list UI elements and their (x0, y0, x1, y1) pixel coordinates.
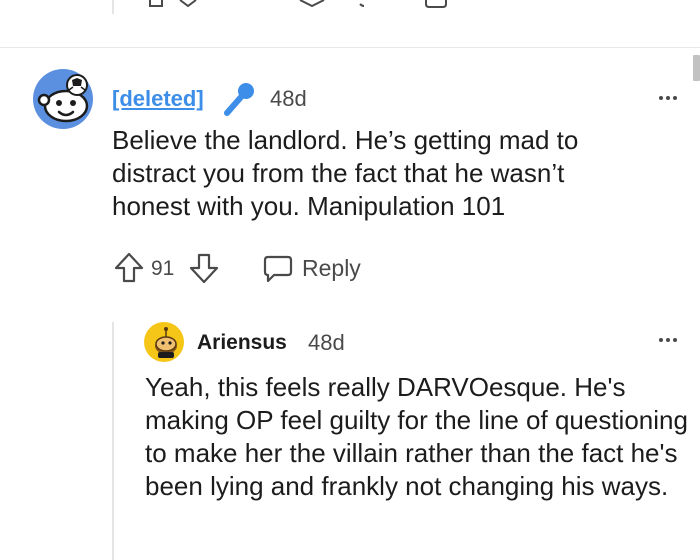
avatar[interactable] (144, 322, 184, 362)
more-options-icon[interactable] (659, 96, 677, 100)
snoo-avatar-icon (33, 69, 93, 129)
reply-label: Reply (302, 255, 361, 281)
upvote-icon[interactable] (113, 252, 145, 284)
more-options-icon[interactable] (659, 338, 677, 342)
reply-bubble-icon (263, 255, 293, 283)
thread-line-reply (112, 322, 114, 560)
comment-body: Believe the landlord. He’s getting mad t… (112, 125, 579, 221)
comment-author[interactable]: [deleted] (112, 86, 204, 112)
avatar[interactable] (32, 68, 94, 130)
snoo-avatar-icon (144, 322, 184, 362)
thread-line-previous (112, 0, 114, 14)
reply-author[interactable]: Ariensus (197, 331, 287, 355)
reply-button[interactable]: Reply (262, 252, 372, 284)
downvote-icon[interactable] (188, 252, 220, 284)
vote-count: 91 (151, 257, 175, 280)
reply-age: 48d (308, 330, 345, 355)
microphone-icon (224, 83, 254, 116)
scrollbar-thumb[interactable] (693, 55, 700, 81)
comment-age: 48d (270, 86, 307, 111)
previous-comment-actions (149, 0, 447, 8)
comment-divider (0, 47, 700, 48)
reply-body: Yeah, this feels really DARVOesque. He's… (145, 372, 688, 501)
